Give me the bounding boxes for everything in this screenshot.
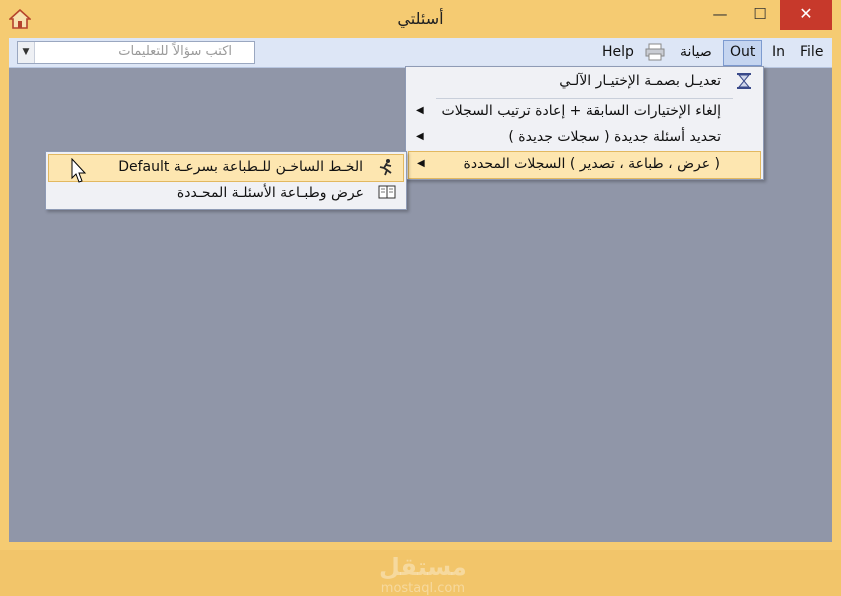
submenu-arrow-icon: ◀ (417, 158, 425, 169)
watermark-text: مستقل (379, 553, 467, 581)
watermark-url: mostaql.com (380, 581, 465, 596)
menu-item-label: إلغاء الإختيارات السابقة + إعادة ترتيب ا… (441, 103, 721, 119)
help-search-placeholder[interactable]: اكتب سؤالاً للتعليمات (118, 44, 232, 59)
book-icon (376, 184, 398, 204)
menu-item-view-print-export[interactable]: ( عرض ، طباعة ، تصدير ) السجلات المحددة … (408, 151, 761, 179)
maximize-button[interactable]: ☐ (740, 0, 780, 30)
printer-icon[interactable] (641, 40, 669, 64)
menu-item-edit-auto-select[interactable]: تعديـل بصمـة الإختيـار الآلـي (408, 69, 761, 95)
menu-out[interactable]: Out (723, 40, 763, 66)
menu-item-label: تعديـل بصمـة الإختيـار الآلـي (559, 73, 721, 89)
menu-in[interactable]: In (766, 40, 791, 64)
hourglass-icon (733, 72, 755, 92)
menu-item-label: تحديد أسئلة جديدة ( سجلات جديدة ) (508, 129, 721, 145)
menu-item-label: ( عرض ، طباعة ، تصدير ) السجلات المحددة (463, 156, 720, 172)
running-man-icon (375, 158, 397, 178)
menu-item-reset-selections[interactable]: إلغاء الإختيارات السابقة + إعادة ترتيب ا… (408, 99, 761, 125)
menu-item-view-print-selected[interactable]: عرض وطبـاعة الأسئلـة المحـددة (48, 181, 404, 207)
submenu-arrow-icon: ◀ (416, 131, 424, 142)
menu-bar: ▼ اكتب سؤالاً للتعليمات File In Out صيان… (9, 38, 832, 68)
dropdown-arrow-icon[interactable]: ▼ (18, 42, 35, 63)
print-submenu: الخـط الساخـن للـطباعة بسرعـة Default عر… (45, 151, 407, 210)
help-search-box[interactable]: ▼ اكتب سؤالاً للتعليمات (17, 41, 255, 64)
close-button[interactable]: ✕ (780, 0, 832, 30)
menu-help[interactable]: Help (596, 40, 640, 64)
menu-item-label: عرض وطبـاعة الأسئلـة المحـددة (176, 185, 364, 201)
title-bar[interactable]: أسئلتي — ☐ ✕ (0, 0, 841, 38)
watermark: مستقل mostaql.com (379, 553, 467, 596)
submenu-arrow-icon: ◀ (416, 105, 424, 116)
menu-file[interactable]: File (794, 40, 829, 64)
menu-item-select-new-questions[interactable]: تحديد أسئلة جديدة ( سجلات جديدة ) ◀ (408, 125, 761, 151)
out-dropdown-menu: تعديـل بصمـة الإختيـار الآلـي إلغاء الإخ… (405, 66, 764, 180)
app-window: أسئلتي — ☐ ✕ ▼ اكتب سؤالاً للتعليمات Fil… (0, 0, 841, 596)
menu-item-hotline-print[interactable]: الخـط الساخـن للـطباعة بسرعـة Default (48, 154, 404, 182)
menu-maintenance[interactable]: صيانة (674, 40, 718, 64)
menu-item-label: الخـط الساخـن للـطباعة بسرعـة Default (118, 159, 363, 175)
minimize-button[interactable]: — (700, 0, 740, 30)
mouse-cursor-icon (71, 157, 87, 184)
